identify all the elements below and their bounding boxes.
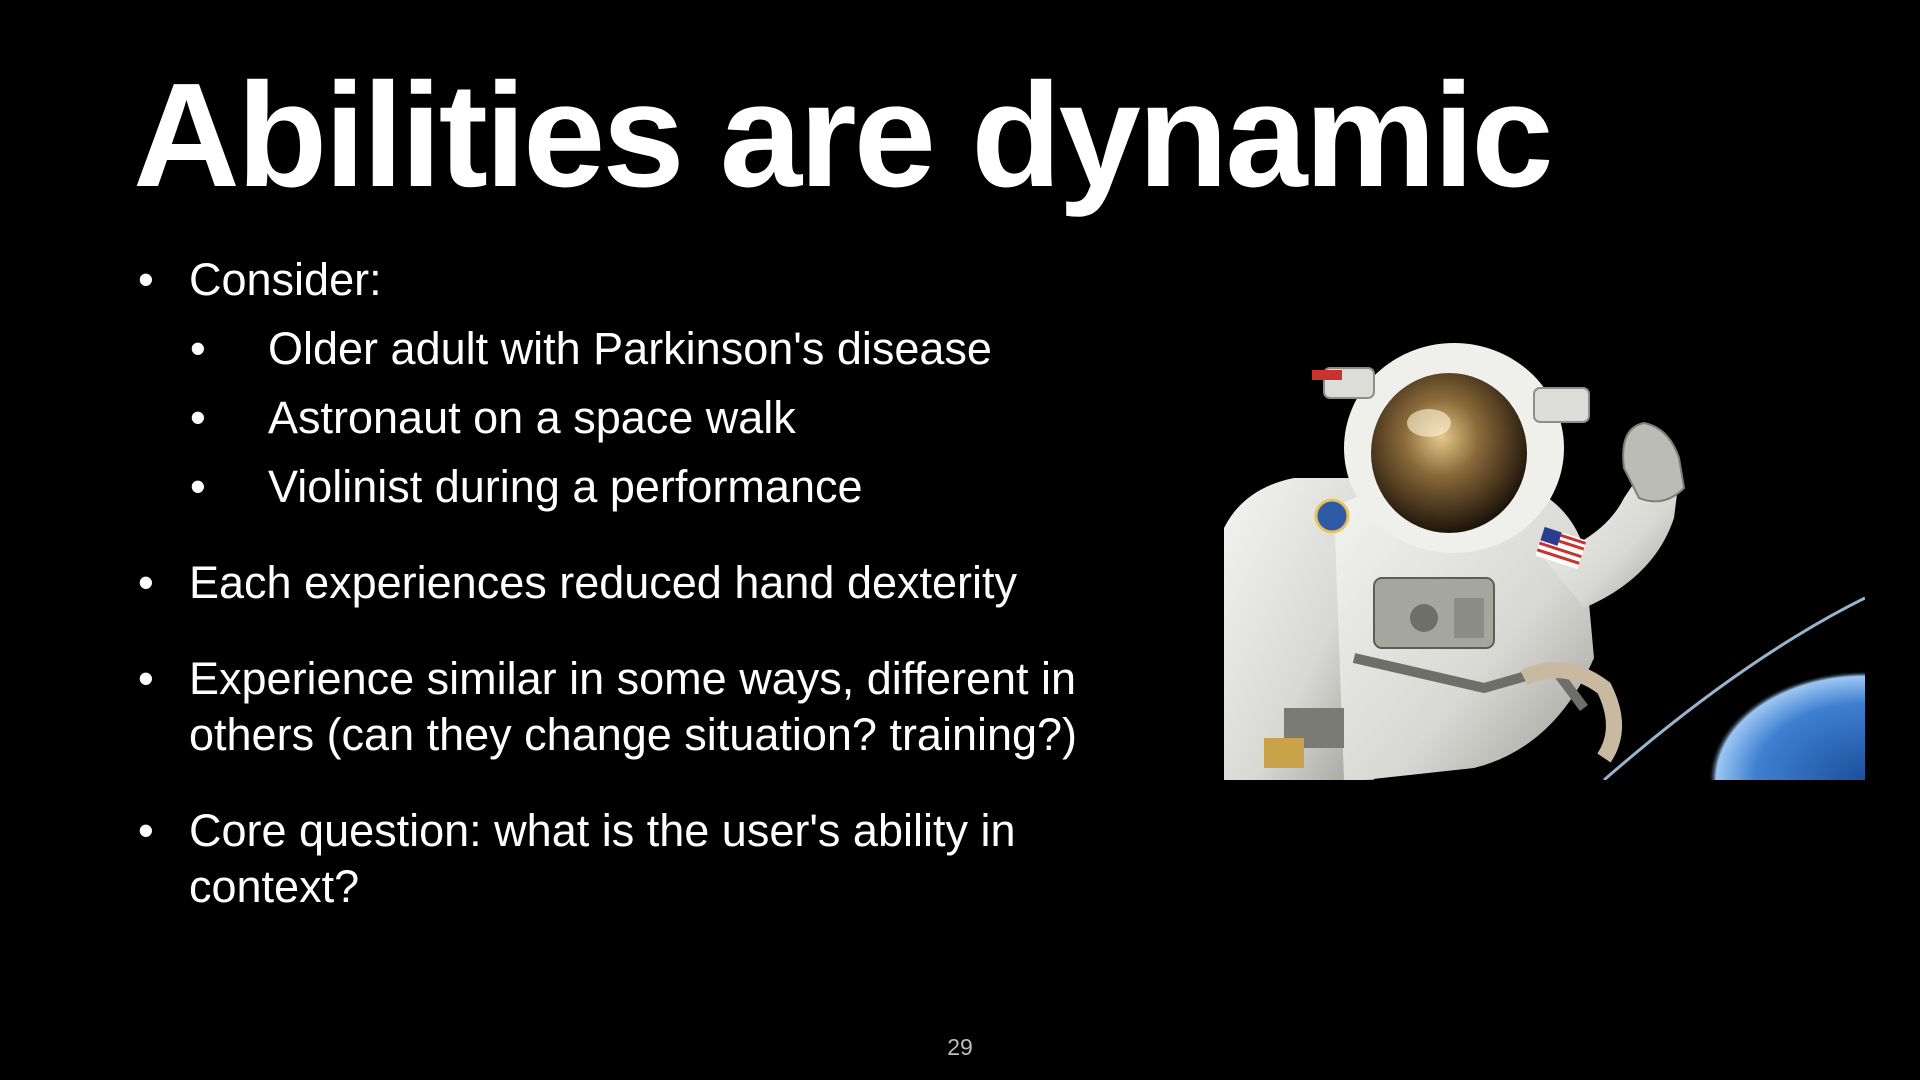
bullet-item: Core question: what is the user's abilit…	[133, 803, 1173, 915]
bullet-item: Each experiences reduced hand dexterity	[133, 555, 1173, 611]
astronaut-image	[1224, 328, 1865, 780]
bullet-item: Experience similar in some ways, differe…	[133, 651, 1173, 763]
bullet-text: Each experiences reduced hand dexterity	[189, 557, 1018, 608]
bullet-list: Consider: Older adult with Parkinson's d…	[133, 252, 1173, 955]
sub-bullet-text: Older adult with Parkinson's disease	[268, 323, 992, 374]
page-number: 29	[947, 1034, 973, 1060]
sub-bullet-item: Violinist during a performance	[133, 459, 1173, 515]
bullet-text: Experience similar in some ways, differe…	[189, 653, 1078, 760]
slide-title: Abilities are dynamic	[133, 53, 1554, 218]
sub-bullet-text: Violinist during a performance	[268, 461, 863, 512]
bullet-text: Core question: what is the user's abilit…	[189, 805, 1016, 912]
bullet-item: Consider: Older adult with Parkinson's d…	[133, 252, 1173, 515]
astronaut-photo	[1224, 328, 1865, 780]
sub-bullet-text: Astronaut on a space walk	[268, 392, 796, 443]
sub-bullet-item: Astronaut on a space walk	[133, 390, 1173, 446]
sub-bullet-list: Older adult with Parkinson's disease Ast…	[189, 321, 1173, 515]
slide: Abilities are dynamic Consider: Older ad…	[0, 0, 1920, 1080]
sub-bullet-item: Older adult with Parkinson's disease	[133, 321, 1173, 377]
bullet-text: Consider:	[189, 254, 382, 305]
